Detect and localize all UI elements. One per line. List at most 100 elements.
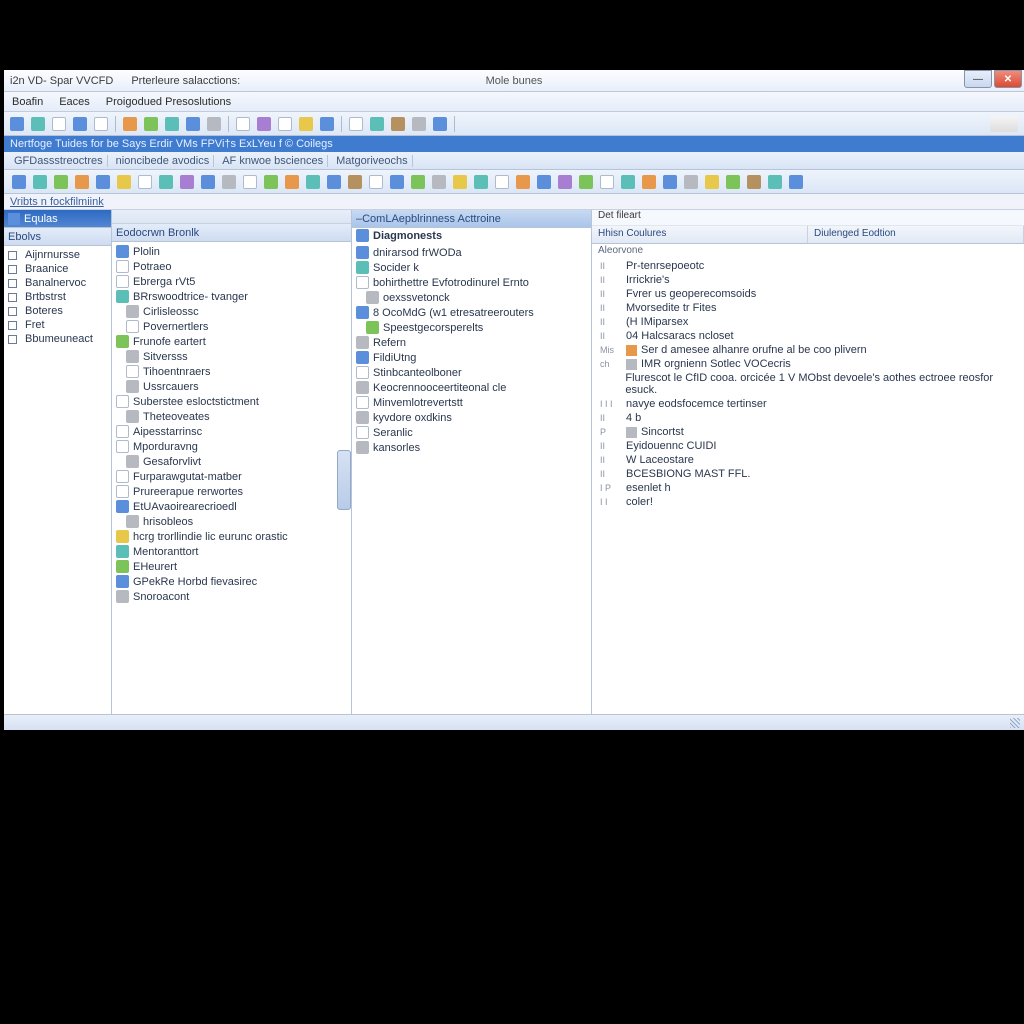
detail-item[interactable]: II(H IMiparsex	[592, 315, 1024, 329]
toolbar2-btn-10[interactable]	[220, 173, 238, 191]
toolbar2-btn-13[interactable]	[283, 173, 301, 191]
middle-item[interactable]: Socider k	[352, 260, 591, 275]
nav-header-selected[interactable]: Equlas	[4, 210, 111, 228]
middle-item[interactable]: Speestgecorsperelts	[352, 320, 591, 335]
breadcrumb-0[interactable]: GFDassstreoctres	[10, 155, 108, 167]
tree-item[interactable]: Plolin	[112, 244, 351, 259]
toolbar1-btn-12[interactable]	[276, 115, 294, 133]
nav-header-2[interactable]: Ebolvs	[4, 228, 111, 246]
menu-item-2[interactable]: Proigodued Presoslutions	[106, 96, 231, 108]
toolbar1-btn-1[interactable]	[29, 115, 47, 133]
tree-item[interactable]: Ebrerga rVt5	[112, 274, 351, 289]
tree-item[interactable]: Mporduravng	[112, 439, 351, 454]
tree-item[interactable]: Gesaforvlivt	[112, 454, 351, 469]
toolbar2-btn-12[interactable]	[262, 173, 280, 191]
middle-item[interactable]: kyvdore oxdkins	[352, 410, 591, 425]
tree-item[interactable]: Sitversss	[112, 349, 351, 364]
tree-item[interactable]: Mentoranttort	[112, 544, 351, 559]
toolbar2-btn-33[interactable]	[703, 173, 721, 191]
middle-item[interactable]: 8 OcoMdG (w1 etresatreerouters	[352, 305, 591, 320]
toolbar1-btn-16[interactable]	[368, 115, 386, 133]
toolbar2-btn-18[interactable]	[388, 173, 406, 191]
toolbar1-btn-15[interactable]	[347, 115, 365, 133]
toolbar2-btn-11[interactable]	[241, 173, 259, 191]
toolbar1-btn-7[interactable]	[163, 115, 181, 133]
middle-item[interactable]: FildiUtng	[352, 350, 591, 365]
detail-item[interactable]: IIBCESBIONG MAST FFL.	[592, 467, 1024, 481]
toolbar2-btn-3[interactable]	[73, 173, 91, 191]
toolbar2-btn-8[interactable]	[178, 173, 196, 191]
toolbar2-btn-34[interactable]	[724, 173, 742, 191]
tree-item[interactable]: Furparawgutat-matber	[112, 469, 351, 484]
breadcrumb-1[interactable]: nioncibede avodics	[112, 155, 215, 167]
detail-item[interactable]: Flurescot le CfID cooa. orcicée 1 V MObs…	[592, 371, 1024, 397]
tree-item[interactable]: EtUAvaoirearecrioedl	[112, 499, 351, 514]
tree-item[interactable]: Ussrcauers	[112, 379, 351, 394]
tree-item[interactable]: GPekRe Horbd fievasirec	[112, 574, 351, 589]
toolbar2-btn-1[interactable]	[31, 173, 49, 191]
tree-item[interactable]: BRrswoodtrice- tvanger	[112, 289, 351, 304]
toolbar2-btn-36[interactable]	[766, 173, 784, 191]
detail-item[interactable]: I Pesenlet h	[592, 481, 1024, 495]
middle-item[interactable]: Keocrennooceertiteonal cle	[352, 380, 591, 395]
toolbar2-btn-4[interactable]	[94, 173, 112, 191]
toolbar2-btn-6[interactable]	[136, 173, 154, 191]
toolbar2-btn-31[interactable]	[661, 173, 679, 191]
tree-item[interactable]: Theteoveates	[112, 409, 351, 424]
menu-item-0[interactable]: Boafin	[12, 96, 43, 108]
toolbar1-btn-11[interactable]	[255, 115, 273, 133]
toolbar2-btn-5[interactable]	[115, 173, 133, 191]
toolbar2-btn-15[interactable]	[325, 173, 343, 191]
toolbar2-btn-27[interactable]	[577, 173, 595, 191]
toolbar1-btn-3[interactable]	[71, 115, 89, 133]
nav-item[interactable]: Fret	[4, 318, 111, 332]
breadcrumb-2[interactable]: AF knwoe bsciences	[218, 155, 328, 167]
tree-item[interactable]: Frunofe eartert	[112, 334, 351, 349]
toolbar1-btn-5[interactable]	[121, 115, 139, 133]
nav-item[interactable]: Brtbstrst	[4, 290, 111, 304]
toolbar1-btn-19[interactable]	[431, 115, 449, 133]
tree-item[interactable]: Cirlisleossc	[112, 304, 351, 319]
toolbar2-btn-0[interactable]	[10, 173, 28, 191]
toolbar2-btn-23[interactable]	[493, 173, 511, 191]
tree-item[interactable]: Suberstee esloctstictment	[112, 394, 351, 409]
nav-item[interactable]: Banalnervoc	[4, 276, 111, 290]
toolbar2-btn-14[interactable]	[304, 173, 322, 191]
toolbar2-btn-19[interactable]	[409, 173, 427, 191]
label-bar[interactable]: Vribts n fockfilmiink	[4, 194, 1024, 210]
detail-item[interactable]: IIIrrickrie's	[592, 273, 1024, 287]
nav-item[interactable]: Boteres	[4, 304, 111, 318]
toolbar2-btn-2[interactable]	[52, 173, 70, 191]
middle-item[interactable]: kansorles	[352, 440, 591, 455]
middle-item[interactable]: Stinbcanteolboner	[352, 365, 591, 380]
breadcrumb-3[interactable]: Matgoriveochs	[332, 155, 413, 167]
detail-item[interactable]: II04 Halcsaracs ncloset	[592, 329, 1024, 343]
col-1[interactable]: Hhisn Coulures	[592, 226, 808, 243]
nav-item[interactable]: Bbumeuneact	[4, 332, 111, 346]
toolbar1-btn-17[interactable]	[389, 115, 407, 133]
toolbar1-btn-9[interactable]	[205, 115, 223, 133]
close-button[interactable]: ✕	[994, 70, 1022, 88]
detail-item[interactable]: IIPr-tenrsepoeotc	[592, 259, 1024, 273]
toolbar1-btn-8[interactable]	[184, 115, 202, 133]
tree-item[interactable]: EHeurert	[112, 559, 351, 574]
toolbar1-btn-14[interactable]	[318, 115, 336, 133]
toolbar2-btn-7[interactable]	[157, 173, 175, 191]
toolbar1-btn-10[interactable]	[234, 115, 252, 133]
tree-item[interactable]: Snoroacont	[112, 589, 351, 604]
toolbar2-btn-32[interactable]	[682, 173, 700, 191]
middle-item[interactable]: Seranlic	[352, 425, 591, 440]
tree-item[interactable]: Povernertlers	[112, 319, 351, 334]
toolbar1-btn-0[interactable]	[8, 115, 26, 133]
middle-item[interactable]: dnirarsod frWODa	[352, 245, 591, 260]
toolbar2-btn-28[interactable]	[598, 173, 616, 191]
toolbar2-btn-30[interactable]	[640, 173, 658, 191]
detail-item[interactable]: MisSer d amesee alhanre orufne al be coo…	[592, 343, 1024, 357]
toolbar1-btn-18[interactable]	[410, 115, 428, 133]
nav-item[interactable]: Aijnrnursse	[4, 248, 111, 262]
toolbar1-btn-6[interactable]	[142, 115, 160, 133]
minimize-button[interactable]: —	[964, 70, 992, 88]
toolbar2-btn-25[interactable]	[535, 173, 553, 191]
middle-item[interactable]: oexssvetonck	[352, 290, 591, 305]
col-2[interactable]: Diulenged Eodtion	[808, 226, 1024, 243]
